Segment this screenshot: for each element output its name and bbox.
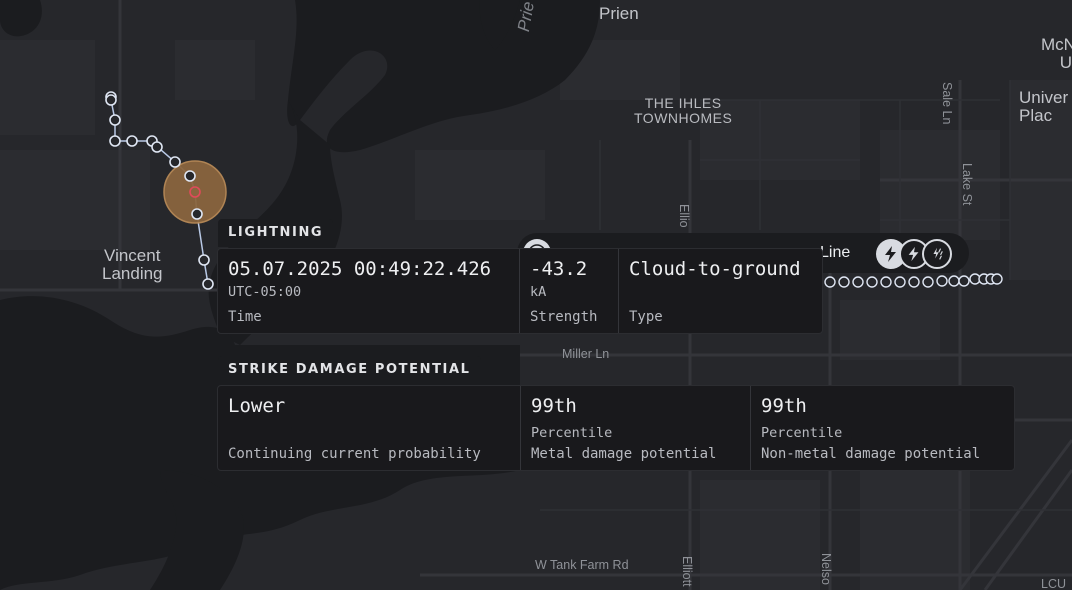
damage-section-title: STRIKE DAMAGE POTENTIAL [218, 356, 481, 384]
metal-damage-cell: 99th Percentile Metal damage potential [521, 386, 751, 470]
map-view[interactable]: Prien Prie THE IHLES TOWNHOMES Vincent L… [0, 0, 1072, 590]
strength-label: Strength [530, 309, 598, 325]
time-label: Time [228, 309, 262, 325]
type-cell: Cloud-to-ground Type [619, 249, 822, 333]
strength-value: -43.2 [530, 258, 588, 280]
time-zone: UTC-05:00 [228, 284, 302, 300]
time-value: 05.07.2025 00:49:22.426 [228, 258, 492, 280]
nonmetal-damage-label: Non-metal damage potential [761, 446, 981, 462]
rain-bolt-icon[interactable] [922, 239, 952, 269]
damage-panel: Lower Continuing current probability 99t… [217, 385, 1015, 471]
strength-cell: -43.2 kA Strength [520, 249, 619, 333]
metal-damage-unit: Percentile [531, 425, 613, 441]
continuing-current-label: Continuing current probability [228, 446, 481, 462]
continuing-current-cell: Lower Continuing current probability [218, 386, 521, 470]
place-label-ihles-line2: TOWNHOMES [634, 109, 733, 126]
storm-line-label: Line [820, 244, 851, 261]
strength-unit: kA [530, 284, 547, 300]
street-label-sale-ln: Sale Ln [940, 82, 954, 125]
place-label-vincent-line2: Landing [102, 263, 163, 283]
street-label-miller-ln: Miller Ln [562, 347, 610, 361]
street-label-lcu: LCU [1041, 577, 1067, 590]
place-label-mcn-line1: McN [1041, 36, 1072, 54]
place-label-mcn: McN U [1041, 36, 1072, 72]
continuing-current-value: Lower [228, 395, 286, 417]
metal-damage-label: Metal damage potential [531, 446, 717, 462]
street-label-tank-farm-rd: W Tank Farm Rd [535, 558, 629, 572]
place-label-mcn-line2: U [1059, 52, 1072, 72]
street-label-nelson: Nelso [819, 553, 833, 585]
nonmetal-damage-value: 99th [761, 395, 807, 417]
street-label-ellio: Ellio [677, 204, 691, 228]
lightning-section-title: LIGHTNING [218, 219, 334, 247]
place-label-vincent-landing: Vincent Landing [102, 247, 163, 283]
type-value: Cloud-to-ground [629, 258, 801, 280]
lightning-panel: 05.07.2025 00:49:22.426 UTC-05:00 Time -… [217, 248, 823, 334]
place-label-university-line2: Plac [1019, 105, 1053, 125]
place-label-ihles-line1: THE IHLES [644, 95, 722, 111]
type-label: Type [629, 309, 663, 325]
time-cell: 05.07.2025 00:49:22.426 UTC-05:00 Time [218, 249, 520, 333]
metal-damage-value: 99th [531, 395, 577, 417]
street-label-lake-st: Lake St [960, 163, 974, 206]
place-label-university-line1: Univer [1019, 89, 1069, 107]
place-label-vincent-line1: Vincent [104, 246, 161, 265]
nonmetal-damage-unit: Percentile [761, 425, 843, 441]
place-label-ihles: THE IHLES TOWNHOMES [634, 96, 732, 125]
street-label-elliott: Elliott [680, 556, 694, 587]
selected-strike-point [189, 186, 201, 198]
place-label-university: Univer Plac [1019, 89, 1072, 125]
nonmetal-damage-cell: 99th Percentile Non-metal damage potenti… [751, 386, 1014, 470]
place-label-prien: Prien [599, 4, 639, 23]
